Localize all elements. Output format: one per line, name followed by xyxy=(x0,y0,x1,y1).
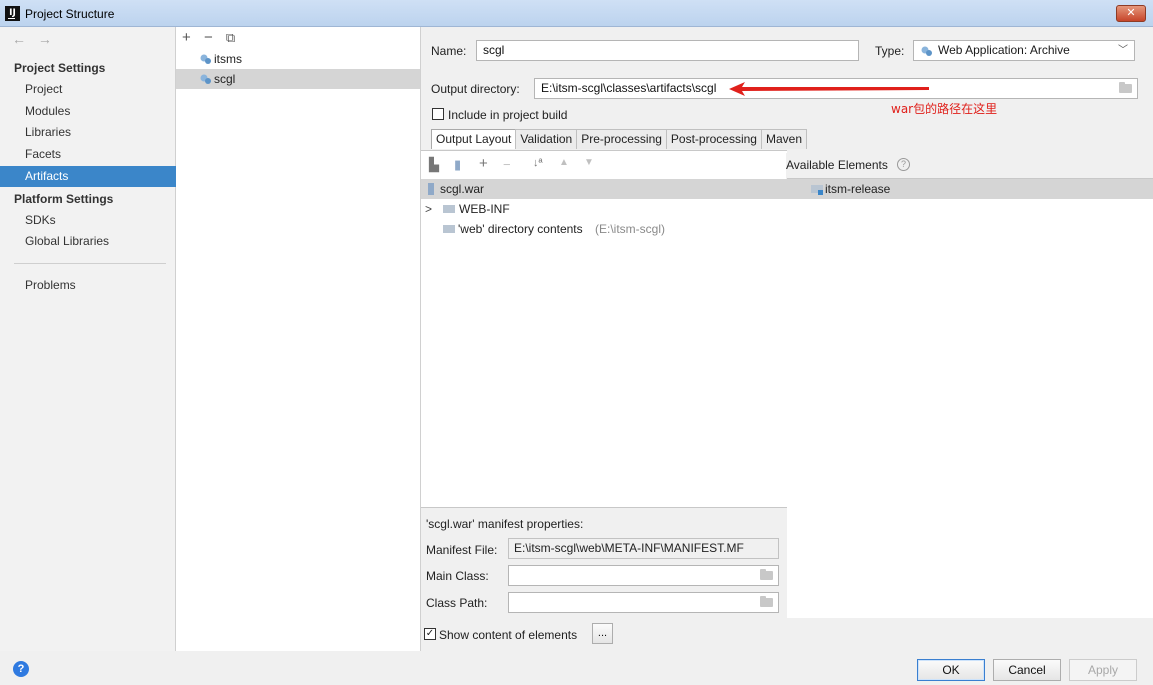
manifest-properties: 'scgl.war' manifest properties: Manifest… xyxy=(421,507,787,618)
name-label: Name: xyxy=(431,44,467,58)
cancel-button[interactable]: Cancel xyxy=(993,659,1061,681)
browse-folder-icon[interactable] xyxy=(760,569,773,580)
available-item-label: itsm-release xyxy=(825,182,891,196)
web-app-icon xyxy=(200,74,211,84)
artifact-list-panel: + − ⧉ itsms scgl xyxy=(176,27,421,651)
sidebar-item-modules[interactable]: Modules xyxy=(0,101,176,122)
artifact-toolbar: + − ⧉ xyxy=(182,29,244,46)
tab-post-processing[interactable]: Post-processing xyxy=(665,129,762,149)
chevron-down-icon: ﹀ xyxy=(1118,45,1128,56)
archive-icon[interactable]: ▮ xyxy=(454,157,461,173)
artifact-label: scgl xyxy=(214,72,236,86)
sort-icon[interactable]: ↓ª xyxy=(533,157,543,169)
available-elements-tree: itsm-release xyxy=(787,178,1153,618)
platform-settings-header: Platform Settings xyxy=(14,192,114,206)
available-elements-header: Available Elements ? xyxy=(786,153,1152,179)
name-input[interactable]: scgl xyxy=(476,40,859,61)
tab-output-layout[interactable]: Output Layout xyxy=(431,129,517,149)
sidebar-item-artifacts[interactable]: Artifacts xyxy=(0,166,176,187)
output-directory-label: Output directory: xyxy=(431,82,520,96)
add-icon[interactable]: + xyxy=(182,29,191,46)
output-directory-value: E:\itsm-scgl\classes\artifacts\scgl xyxy=(541,81,717,95)
manifest-file-label: Manifest File: xyxy=(426,543,498,557)
tab-pre-processing[interactable]: Pre-processing xyxy=(576,129,667,149)
copy-icon[interactable]: ⧉ xyxy=(226,30,235,46)
tree-row-label: 'web' directory contents xyxy=(458,222,583,236)
sidebar-item-libraries[interactable]: Libraries xyxy=(0,122,176,143)
remove-element-icon[interactable]: − xyxy=(503,157,511,172)
show-content-checkbox[interactable]: ✓ xyxy=(424,628,436,640)
class-path-label: Class Path: xyxy=(426,596,488,610)
browse-folder-icon[interactable] xyxy=(760,596,773,607)
settings-sidebar: ← → Project Settings Project Modules Lib… xyxy=(0,27,176,651)
main-class-label: Main Class: xyxy=(426,569,489,583)
move-up-icon[interactable]: ▲ xyxy=(559,157,569,168)
artifact-item-itsms[interactable]: itsms xyxy=(176,49,420,69)
window-title: Project Structure xyxy=(25,7,115,21)
project-settings-header: Project Settings xyxy=(14,61,106,75)
sidebar-item-sdks[interactable]: SDKs xyxy=(0,210,176,231)
annotation-arrow-icon xyxy=(729,82,929,96)
main-class-input[interactable] xyxy=(508,565,779,586)
sidebar-item-facets[interactable]: Facets xyxy=(0,144,176,165)
tree-row-web-inf[interactable]: > WEB-INF xyxy=(421,199,787,219)
help-icon[interactable]: ? xyxy=(13,661,29,677)
move-down-icon[interactable]: ▼ xyxy=(584,157,594,168)
help-icon[interactable]: ? xyxy=(897,158,910,171)
apply-button[interactable]: Apply xyxy=(1069,659,1137,681)
sidebar-item-problems[interactable]: Problems xyxy=(0,275,176,296)
class-path-input[interactable] xyxy=(508,592,779,613)
available-elements-title: Available Elements xyxy=(786,158,888,172)
add-element-icon[interactable]: + xyxy=(479,155,488,172)
show-content-options-button[interactable]: ... xyxy=(592,623,613,644)
artifact-item-scgl[interactable]: scgl xyxy=(176,69,420,89)
tab-maven[interactable]: Maven xyxy=(760,129,807,149)
type-select[interactable]: Web Application: Archive ﹀ xyxy=(913,40,1135,61)
artifact-details-panel: Name: scgl Type: Web Application: Archiv… xyxy=(421,27,1153,651)
create-directory-icon[interactable]: ▙ xyxy=(429,157,439,173)
tab-validation[interactable]: Validation xyxy=(515,129,578,149)
output-layout-tree: ▙ ▮ + − ↓ª ▲ ▼ scgl.war > WEB-INF 'web' … xyxy=(421,150,787,507)
manifest-title: 'scgl.war' manifest properties: xyxy=(426,517,584,531)
sidebar-item-project[interactable]: Project xyxy=(0,79,176,100)
ok-button[interactable]: OK xyxy=(917,659,985,681)
type-label: Type: xyxy=(875,44,905,58)
folder-icon xyxy=(443,205,455,213)
sidebar-divider xyxy=(14,263,166,264)
manifest-file-field: E:\itsm-scgl\web\META-INF\MANIFEST.MF xyxy=(508,538,779,559)
tree-row-label: scgl.war xyxy=(440,182,485,196)
artifact-label: itsms xyxy=(214,52,242,66)
browse-folder-icon[interactable] xyxy=(1119,82,1132,93)
module-badge-icon xyxy=(818,190,823,195)
chevron-right-icon[interactable]: > xyxy=(425,199,432,219)
type-select-value: Web Application: Archive xyxy=(938,43,1070,57)
include-in-build-label: Include in project build xyxy=(448,108,568,122)
title-bar: IJ Project Structure ✕ xyxy=(0,0,1153,27)
tree-row-label: WEB-INF xyxy=(459,202,510,216)
tree-row-web-directory[interactable]: 'web' directory contents (E:\itsm-scgl) xyxy=(421,219,787,239)
sidebar-item-global-libraries[interactable]: Global Libraries xyxy=(0,231,176,252)
web-app-icon xyxy=(200,54,211,64)
tree-row-path-hint: (E:\itsm-scgl) xyxy=(595,222,665,236)
folder-icon xyxy=(443,225,455,233)
web-app-icon xyxy=(921,46,932,56)
include-in-build-checkbox[interactable] xyxy=(432,108,444,120)
tree-row-scgl-war[interactable]: scgl.war xyxy=(421,179,787,199)
remove-icon[interactable]: − xyxy=(204,29,213,46)
archive-icon xyxy=(428,183,434,195)
artifact-tabs: Output Layout Validation Pre-processing … xyxy=(431,129,807,149)
available-item-itsm-release[interactable]: itsm-release xyxy=(787,179,1153,199)
close-window-button[interactable]: ✕ xyxy=(1116,5,1146,22)
intellij-app-icon: IJ xyxy=(5,6,20,21)
show-content-label: Show content of elements xyxy=(439,628,578,642)
annotation-note: war包的路径在这里 xyxy=(891,102,998,116)
dialog-footer: ? OK Cancel Apply xyxy=(0,651,1153,685)
back-forward-arrows-icon[interactable]: ← → xyxy=(12,31,56,47)
